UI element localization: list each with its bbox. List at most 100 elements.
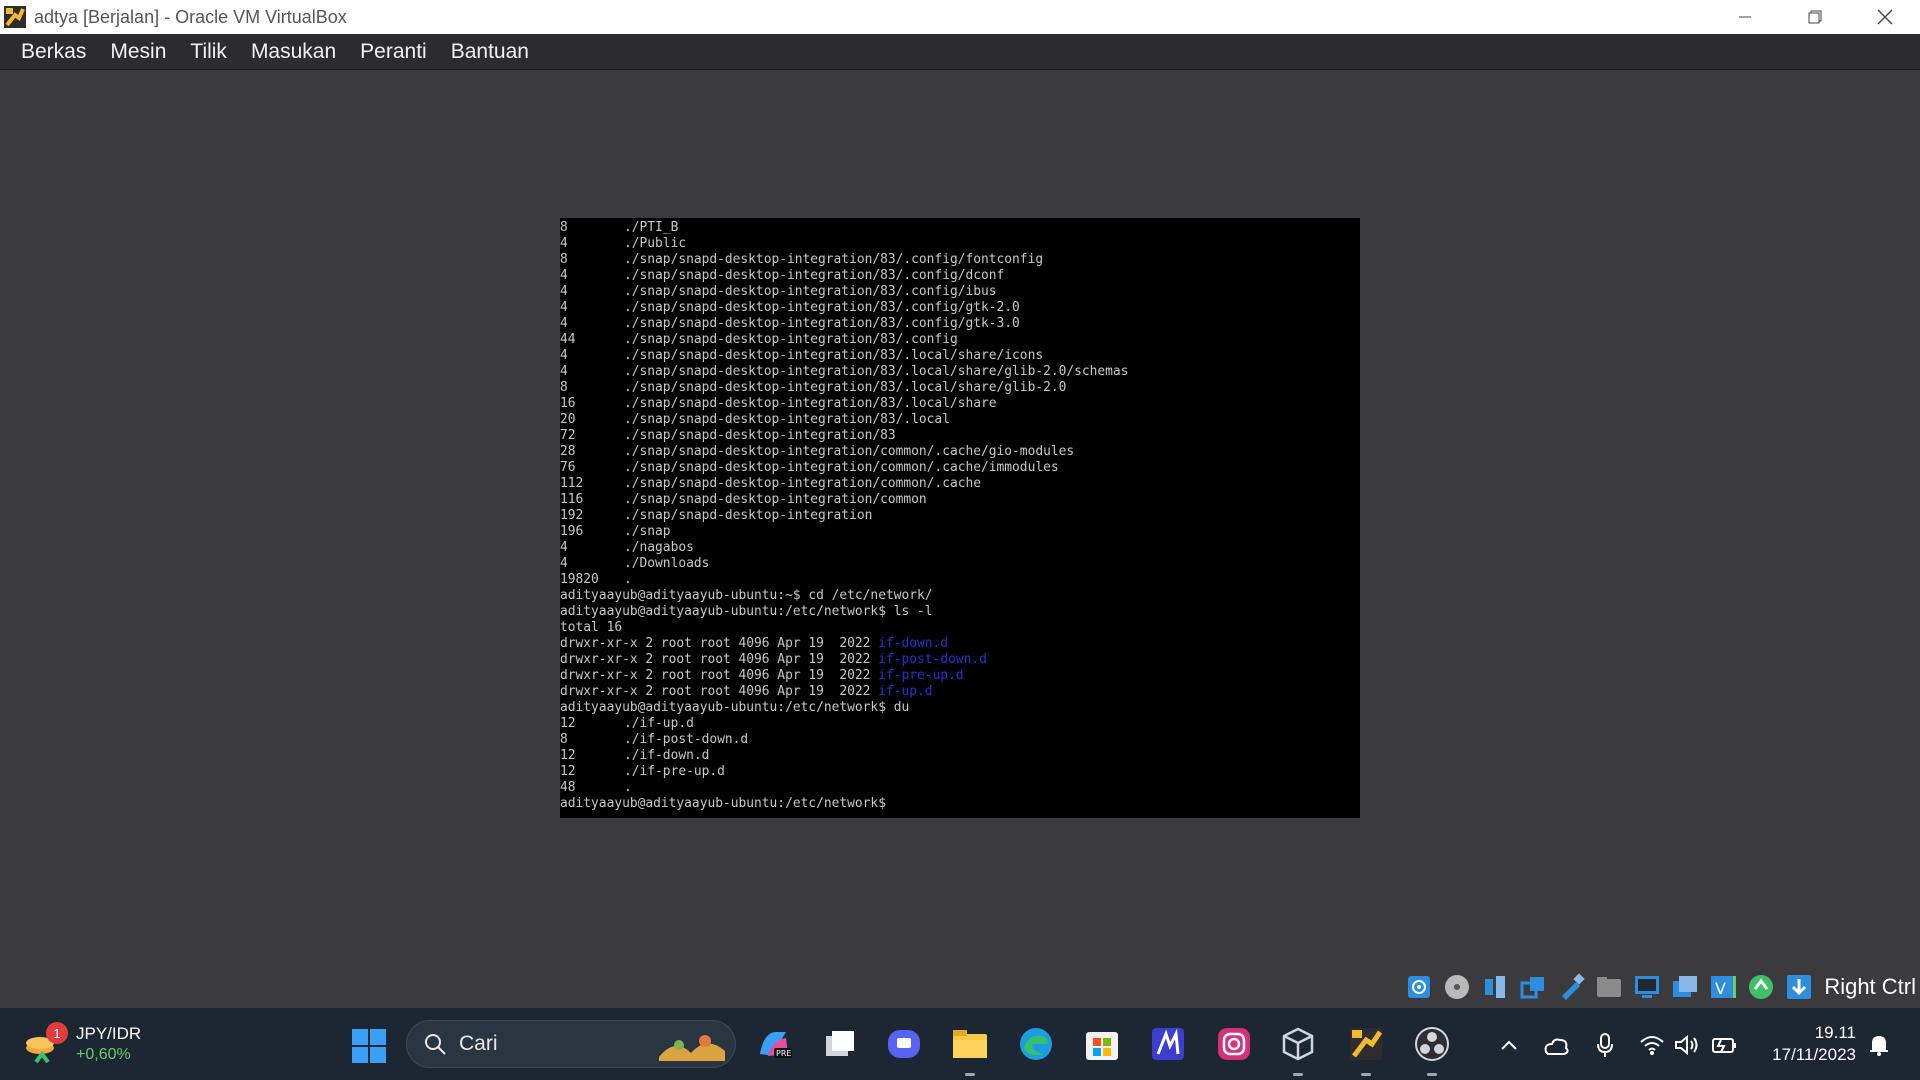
du-path: ./snap/snapd-desktop-integration	[624, 508, 873, 523]
shared-folder-icon[interactable]	[1593, 971, 1625, 1003]
task-view-icon[interactable]	[818, 1022, 862, 1066]
keyboard-capture-icon[interactable]	[1783, 971, 1815, 1003]
close-icon[interactable]	[1850, 0, 1920, 34]
notification-bell-icon[interactable]	[1864, 1030, 1894, 1060]
menu-mesin[interactable]: Mesin	[98, 34, 178, 70]
host-key-label[interactable]: Right Ctrl	[1824, 974, 1916, 1000]
microphone-icon[interactable]	[1590, 1030, 1620, 1060]
file-explorer-icon[interactable]	[948, 1022, 992, 1076]
du-path: ./snap/snapd-desktop-integration/83/.loc…	[624, 348, 1044, 363]
recording-icon[interactable]	[1669, 971, 1701, 1003]
terminal-du-line: 19820.	[560, 572, 1360, 588]
du-size: 116	[560, 492, 584, 507]
menu-berkas[interactable]: Berkas	[9, 34, 98, 70]
currency-widget[interactable]: 1 JPY/IDR +0,60%	[22, 1018, 202, 1070]
mouse-integration-icon[interactable]	[1745, 971, 1777, 1003]
optical-drive-icon[interactable]	[1441, 971, 1473, 1003]
svg-text:PRE: PRE	[776, 1049, 791, 1058]
instagram-icon[interactable]	[1212, 1022, 1256, 1066]
system-clock[interactable]: 19.11 17/11/2023	[1752, 1022, 1856, 1066]
ls-dir-name: if-up.d	[878, 684, 933, 699]
start-button[interactable]	[351, 1028, 387, 1064]
terminal-du-line: 12 ./if-pre-up.d	[560, 764, 1360, 780]
terminal-du-line: 4 ./snap/snapd-desktop-integration/83/.lo…	[560, 348, 1360, 364]
network-icon[interactable]	[1517, 971, 1549, 1003]
audio-icon[interactable]	[1479, 971, 1511, 1003]
du-size: 48	[560, 780, 576, 795]
obs-icon[interactable]	[1410, 1022, 1454, 1076]
usb-icon[interactable]	[1555, 971, 1587, 1003]
du-size: 16	[560, 396, 576, 411]
terminal-du-line: 12 ./if-up.d	[560, 716, 1360, 732]
restore-icon[interactable]	[1780, 0, 1850, 34]
du-path: ./snap/snapd-desktop-integration/83	[624, 428, 896, 443]
terminal-du-line: 8 ./if-post-down.d	[560, 732, 1360, 748]
hard-disk-icon[interactable]	[1403, 971, 1435, 1003]
ls-dir-name: if-pre-up.d	[878, 668, 964, 683]
guest-console[interactable]: 8 ./PTI_B 4 ./Public 8 ./snap/snapd-desktop-i…	[560, 218, 1360, 818]
microsoft-store-icon[interactable]	[1080, 1022, 1124, 1066]
copilot-icon[interactable]: PRE	[752, 1022, 796, 1066]
terminal-du-line: 8 ./snap/snapd-desktop-integration/83/.co…	[560, 252, 1360, 268]
ls-meta: drwxr-xr-x 2 root root 4096 Apr 19 2022	[560, 636, 879, 651]
edge-icon[interactable]	[1014, 1022, 1058, 1066]
du-size: 8	[560, 220, 568, 235]
menu-tilik[interactable]: Tilik	[178, 34, 239, 70]
du-path: ./snap/snapd-desktop-integration/83/.con…	[624, 268, 1005, 283]
discord-icon[interactable]	[882, 1022, 926, 1066]
wifi-icon[interactable]	[1637, 1030, 1667, 1060]
du-size: 12	[560, 716, 576, 731]
du-path: ./snap/snapd-desktop-integration/common/…	[624, 476, 981, 491]
minimize-icon[interactable]	[1710, 0, 1780, 34]
du-path: ./snap/snapd-desktop-integration/common/…	[624, 460, 1059, 475]
du-path: .	[624, 780, 632, 795]
search-highlight-illustration	[655, 1027, 729, 1063]
du-path: ./snap/snapd-desktop-integration/83/.con…	[624, 332, 958, 347]
terminal-du-line: 8 ./PTI_B	[560, 220, 1360, 236]
terminal-du-line: 4 ./snap/snapd-desktop-integration/83/.co…	[560, 284, 1360, 300]
taskbar-search[interactable]: Cari	[406, 1020, 736, 1068]
du-path: ./if-post-down.d	[624, 732, 749, 747]
vt-x-icon[interactable]: V	[1707, 971, 1739, 1003]
du-size: 12	[560, 748, 576, 763]
du-path: ./snap/snapd-desktop-integration/common	[624, 492, 927, 507]
virtualbox-vm-icon[interactable]	[1344, 1022, 1388, 1076]
du-path: ./Downloads	[624, 556, 710, 571]
du-size: 4	[560, 300, 568, 315]
du-path: ./snap/snapd-desktop-integration/83/.con…	[624, 316, 1020, 331]
display-icon[interactable]	[1631, 971, 1663, 1003]
terminal-command-line: adityaayub@adityaayub-ubuntu:/etc/networ…	[560, 700, 910, 715]
menu-masukan[interactable]: Masukan	[239, 34, 348, 70]
du-size: 12	[560, 764, 576, 779]
volume-icon[interactable]	[1672, 1030, 1702, 1060]
virtualbox-app-icon	[3, 5, 27, 29]
battery-icon[interactable]	[1710, 1030, 1740, 1060]
terminal-ls-row: drwxr-xr-x 2 root root 4096 Apr 19 2022 …	[560, 652, 1360, 668]
widget-value: +0,60%	[76, 1046, 131, 1063]
maestro-icon[interactable]	[1146, 1022, 1190, 1066]
ls-dir-name: if-down.d	[878, 636, 949, 651]
running-indicator	[1427, 1073, 1437, 1076]
clock-time: 19.11	[1814, 1023, 1856, 1042]
ls-dir-name: if-post-down.d	[878, 652, 987, 667]
terminal-du-line: 4 ./snap/snapd-desktop-integration/83/.co…	[560, 300, 1360, 316]
menu-peranti[interactable]: Peranti	[348, 34, 439, 70]
menu-bantuan[interactable]: Bantuan	[439, 34, 541, 70]
menu-bar: Berkas Mesin Tilik Masukan Peranti Bantu…	[0, 34, 1920, 70]
search-icon	[423, 1032, 447, 1056]
window-title: adtya [Berjalan] - Oracle VM VirtualBox	[34, 6, 347, 27]
show-hidden-icons-chevron[interactable]	[1494, 1030, 1524, 1060]
onedrive-icon[interactable]	[1541, 1030, 1571, 1060]
terminal-command-line: adityaayub@adityaayub-ubuntu:~$ cd /etc/…	[560, 588, 933, 603]
du-path: ./snap/snapd-desktop-integration/83/.con…	[624, 300, 1020, 315]
du-path: ./snap/snapd-desktop-integration/83/.loc…	[624, 396, 997, 411]
virtualbox-icon[interactable]	[1276, 1022, 1320, 1076]
notification-badge: 1	[46, 1022, 68, 1044]
du-size: 44	[560, 332, 576, 347]
terminal-prompt-line: adityaayub@adityaayub-ubuntu:/etc/networ…	[560, 796, 886, 811]
du-path: ./PTI_B	[624, 220, 679, 235]
du-path: ./snap/snapd-desktop-integration/83/.loc…	[624, 364, 1129, 379]
du-path: ./Public	[624, 236, 687, 251]
terminal-ls-row: drwxr-xr-x 2 root root 4096 Apr 19 2022 …	[560, 684, 1360, 700]
du-size: 72	[560, 428, 576, 443]
